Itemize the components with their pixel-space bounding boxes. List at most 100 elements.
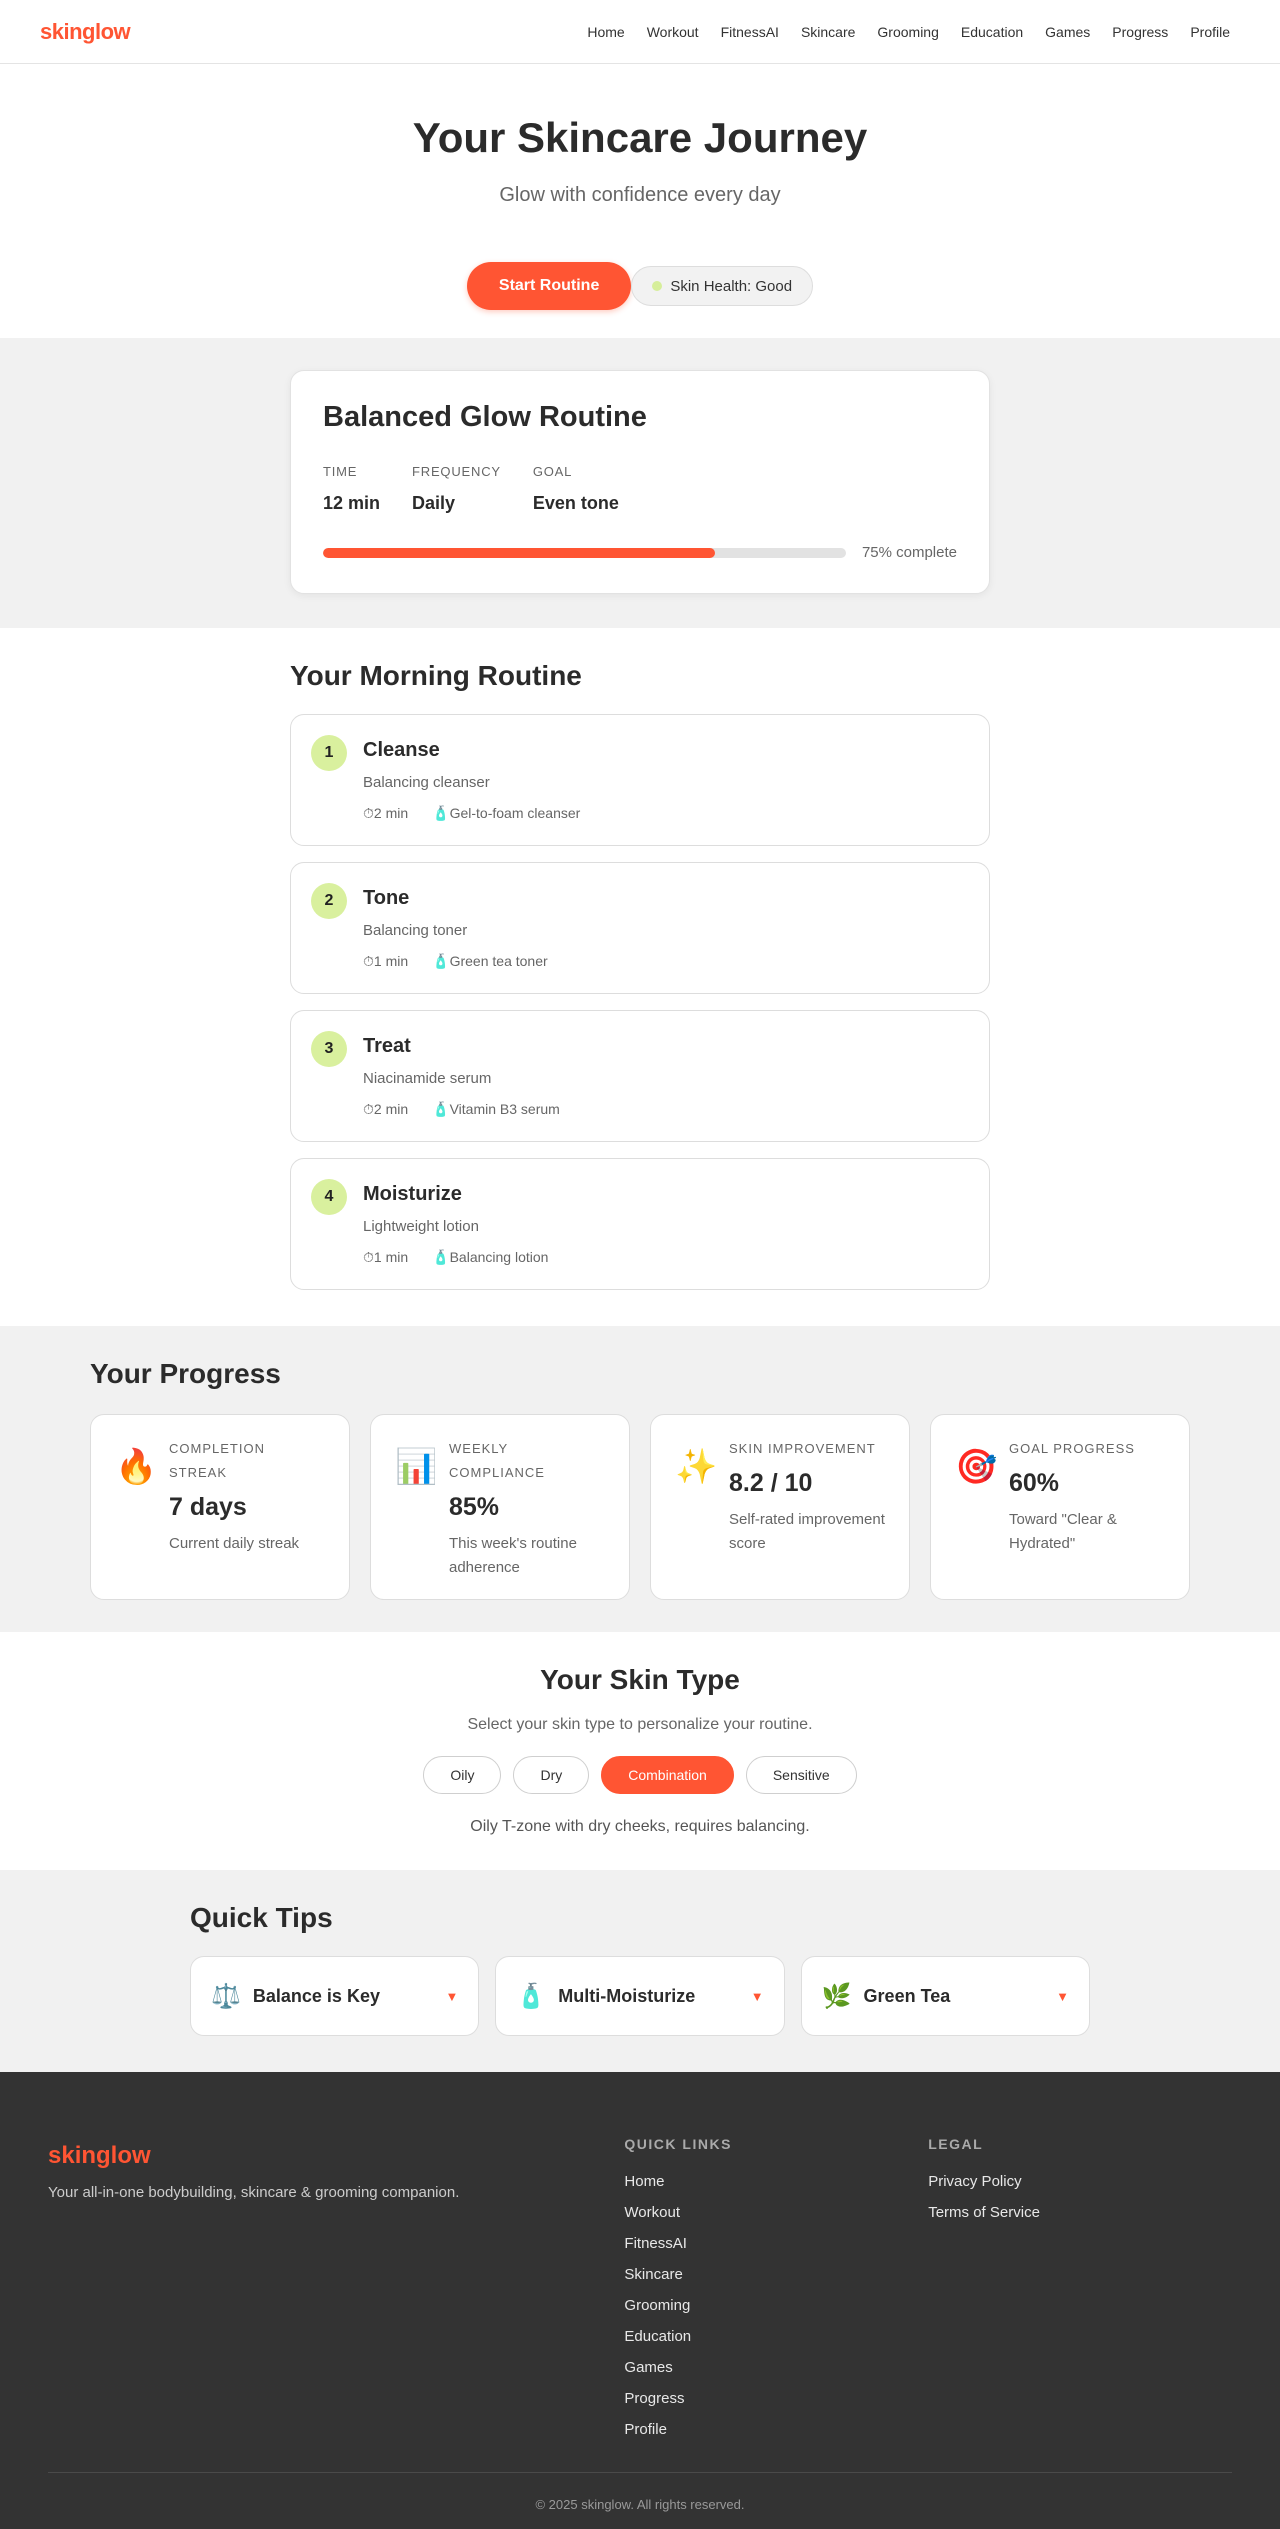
nav-link-home[interactable]: Home	[587, 24, 624, 40]
footer-copyright: © 2025 skinglow. All rights reserved.	[48, 2472, 1232, 2512]
step-title: Cleanse	[363, 739, 440, 761]
stat-value: 12 min	[323, 493, 381, 513]
kpi-value: 60%	[1009, 1469, 1060, 1497]
footer-link-workout[interactable]: Workout	[624, 2197, 928, 2228]
nav-link-skincare[interactable]: Skincare	[801, 24, 855, 40]
step-meta: ⏱2 min 🧴Vitamin B3 serum	[363, 1101, 560, 1118]
progress-section: Your Progress 🔥 Completion Streak 7 days…	[0, 1326, 1280, 1632]
step-meta: ⏱1 min 🧴Green tea toner	[363, 953, 548, 970]
step-title: Moisturize	[363, 1183, 462, 1205]
footer-link-privacy[interactable]: Privacy Policy	[928, 2166, 1232, 2197]
step-meta: ⏱2 min 🧴Gel-to-foam cleanser	[363, 805, 580, 822]
step-description: Niacinamide serum	[363, 1070, 492, 1087]
step-product: 🧴Vitamin B3 serum	[432, 1101, 560, 1117]
kpi-description: This week's routine adherence	[449, 1535, 577, 1576]
skin-type-dry[interactable]: Dry	[513, 1756, 590, 1794]
routine-stats: Time 12 min Frequency Daily Goal Even to…	[323, 464, 957, 514]
brand-logo[interactable]: skinglow	[40, 19, 131, 45]
nav-link-progress[interactable]: Progress	[1112, 24, 1168, 40]
footer-brand: skinglow Your all-in-one bodybuilding, s…	[48, 2136, 624, 2445]
tip-multi-moisturize[interactable]: 🧴 Multi-Moisturize ▼	[495, 1956, 785, 2036]
chevron-down-icon[interactable]: ▼	[1056, 1989, 1069, 2004]
skin-health-text: Skin Health: Good	[670, 277, 793, 295]
hero-actions: Start Routine Skin Health: Good	[0, 262, 1280, 310]
routine-step-tone[interactable]: 2 Tone Balancing toner ⏱1 min 🧴Green tea…	[290, 862, 990, 994]
nav-link-profile[interactable]: Profile	[1190, 24, 1230, 40]
tip-title: Green Tea	[863, 1985, 951, 2006]
step-product: 🧴Green tea toner	[432, 953, 548, 969]
footer-link-games[interactable]: Games	[624, 2352, 928, 2383]
routine-step-treat[interactable]: 3 Treat Niacinamide serum ⏱2 min 🧴Vitami…	[290, 1010, 990, 1142]
step-number-badge: 1	[311, 735, 347, 771]
kpi-cards: 🔥 Completion Streak 7 days Current daily…	[90, 1414, 1190, 1600]
stat-value: Daily	[412, 493, 456, 513]
skin-type-sensitive[interactable]: Sensitive	[745, 1756, 857, 1794]
skin-type-title: Your Skin Type	[540, 1664, 740, 1695]
chevron-down-icon[interactable]: ▼	[445, 1989, 458, 2004]
step-number-badge: 2	[311, 883, 347, 919]
progress-bar-fill	[323, 547, 716, 558]
step-description: Balancing toner	[363, 922, 468, 939]
step-time: ⏱2 min	[363, 1101, 409, 1117]
routine-step-moisturize[interactable]: 4 Moisturize Lightweight lotion ⏱1 min 🧴…	[290, 1158, 990, 1290]
skin-type-oily[interactable]: Oily	[423, 1756, 502, 1794]
footer-legal: Legal Privacy Policy Terms of Service	[928, 2136, 1232, 2445]
leaf-icon: 🌿	[821, 1982, 852, 2010]
fire-icon: 🔥	[115, 1448, 158, 1486]
step-product: 🧴Balancing lotion	[432, 1249, 549, 1265]
footer-link-skincare[interactable]: Skincare	[624, 2259, 928, 2290]
step-title: Treat	[363, 1035, 411, 1057]
routine-summary-section: Balanced Glow Routine Time 12 min Freque…	[0, 338, 1280, 628]
step-time: ⏱1 min	[363, 953, 409, 969]
footer-link-progress[interactable]: Progress	[624, 2383, 928, 2414]
step-description: Lightweight lotion	[363, 1218, 479, 1235]
step-product: 🧴Gel-to-foam cleanser	[432, 805, 581, 821]
skin-type-options: Oily Dry Combination Sensitive	[0, 1756, 1280, 1794]
sparkles-icon: ✨	[675, 1448, 718, 1486]
skin-type-note: Oily T-zone with dry cheeks, requires ba…	[470, 1818, 810, 1835]
kpi-value: 85%	[449, 1493, 500, 1521]
step-meta: ⏱1 min 🧴Balancing lotion	[363, 1249, 548, 1266]
nav-link-fitnessai[interactable]: FitnessAI	[721, 24, 779, 40]
kpi-card-improvement: ✨ Skin Improvement 8.2 / 10 Self-rated i…	[650, 1414, 910, 1600]
start-routine-button[interactable]: Start Routine	[466, 262, 632, 310]
nav-link-education[interactable]: Education	[961, 24, 1023, 40]
nav-links: Home Workout FitnessAI Skincare Grooming…	[587, 24, 1240, 40]
kpi-label: Completion Streak	[169, 1441, 265, 1480]
quick-tips-title: Quick Tips	[190, 1902, 333, 1933]
footer-link-home[interactable]: Home	[624, 2166, 928, 2197]
footer-link-terms[interactable]: Terms of Service	[928, 2197, 1232, 2228]
chevron-down-icon[interactable]: ▼	[751, 1989, 764, 2004]
skin-type-section: Your Skin Type Select your skin type to …	[0, 1632, 1280, 1870]
step-title: Tone	[363, 887, 410, 909]
step-description: Balancing cleanser	[363, 774, 490, 791]
footer-link-grooming[interactable]: Grooming	[624, 2290, 928, 2321]
skin-health-badge: Skin Health: Good	[631, 266, 814, 306]
step-number-badge: 4	[311, 1179, 347, 1215]
kpi-card-streak: 🔥 Completion Streak 7 days Current daily…	[90, 1414, 350, 1600]
nav-link-games[interactable]: Games	[1045, 24, 1090, 40]
quick-tips-section: Quick Tips ⚖️ Balance is Key ▼ 🧴 Multi-M…	[0, 1870, 1280, 2072]
target-icon: 🎯	[955, 1448, 998, 1486]
footer-legal-title: Legal	[928, 2136, 984, 2152]
footer-logo[interactable]: skinglow	[48, 2142, 624, 2170]
routine-step-cleanse[interactable]: 1 Cleanse Balancing cleanser ⏱2 min 🧴Gel…	[290, 714, 990, 846]
hero-subtitle: Glow with confidence every day	[499, 184, 781, 206]
footer-link-education[interactable]: Education	[624, 2321, 928, 2352]
top-nav: skinglow Home Workout FitnessAI Skincare…	[0, 0, 1280, 64]
nav-link-grooming[interactable]: Grooming	[877, 24, 938, 40]
footer-link-profile[interactable]: Profile	[624, 2414, 928, 2445]
kpi-label: Weekly Compliance	[449, 1441, 545, 1480]
tip-balance[interactable]: ⚖️ Balance is Key ▼	[190, 1956, 480, 2036]
stat-label: Frequency	[412, 464, 501, 479]
step-time: ⏱2 min	[363, 805, 409, 821]
skin-type-combination[interactable]: Combination	[601, 1756, 734, 1794]
nav-link-workout[interactable]: Workout	[647, 24, 699, 40]
kpi-card-goal: 🎯 Goal Progress 60% Toward "Clear & Hydr…	[930, 1414, 1190, 1600]
stat-goal: Goal Even tone	[533, 464, 619, 514]
tip-title: Balance is Key	[252, 1985, 380, 2006]
footer-link-fitnessai[interactable]: FitnessAI	[624, 2228, 928, 2259]
kpi-label: Skin Improvement	[729, 1441, 876, 1456]
tip-green-tea[interactable]: 🌿 Green Tea ▼	[800, 1956, 1090, 2036]
progress-bar	[323, 547, 846, 558]
